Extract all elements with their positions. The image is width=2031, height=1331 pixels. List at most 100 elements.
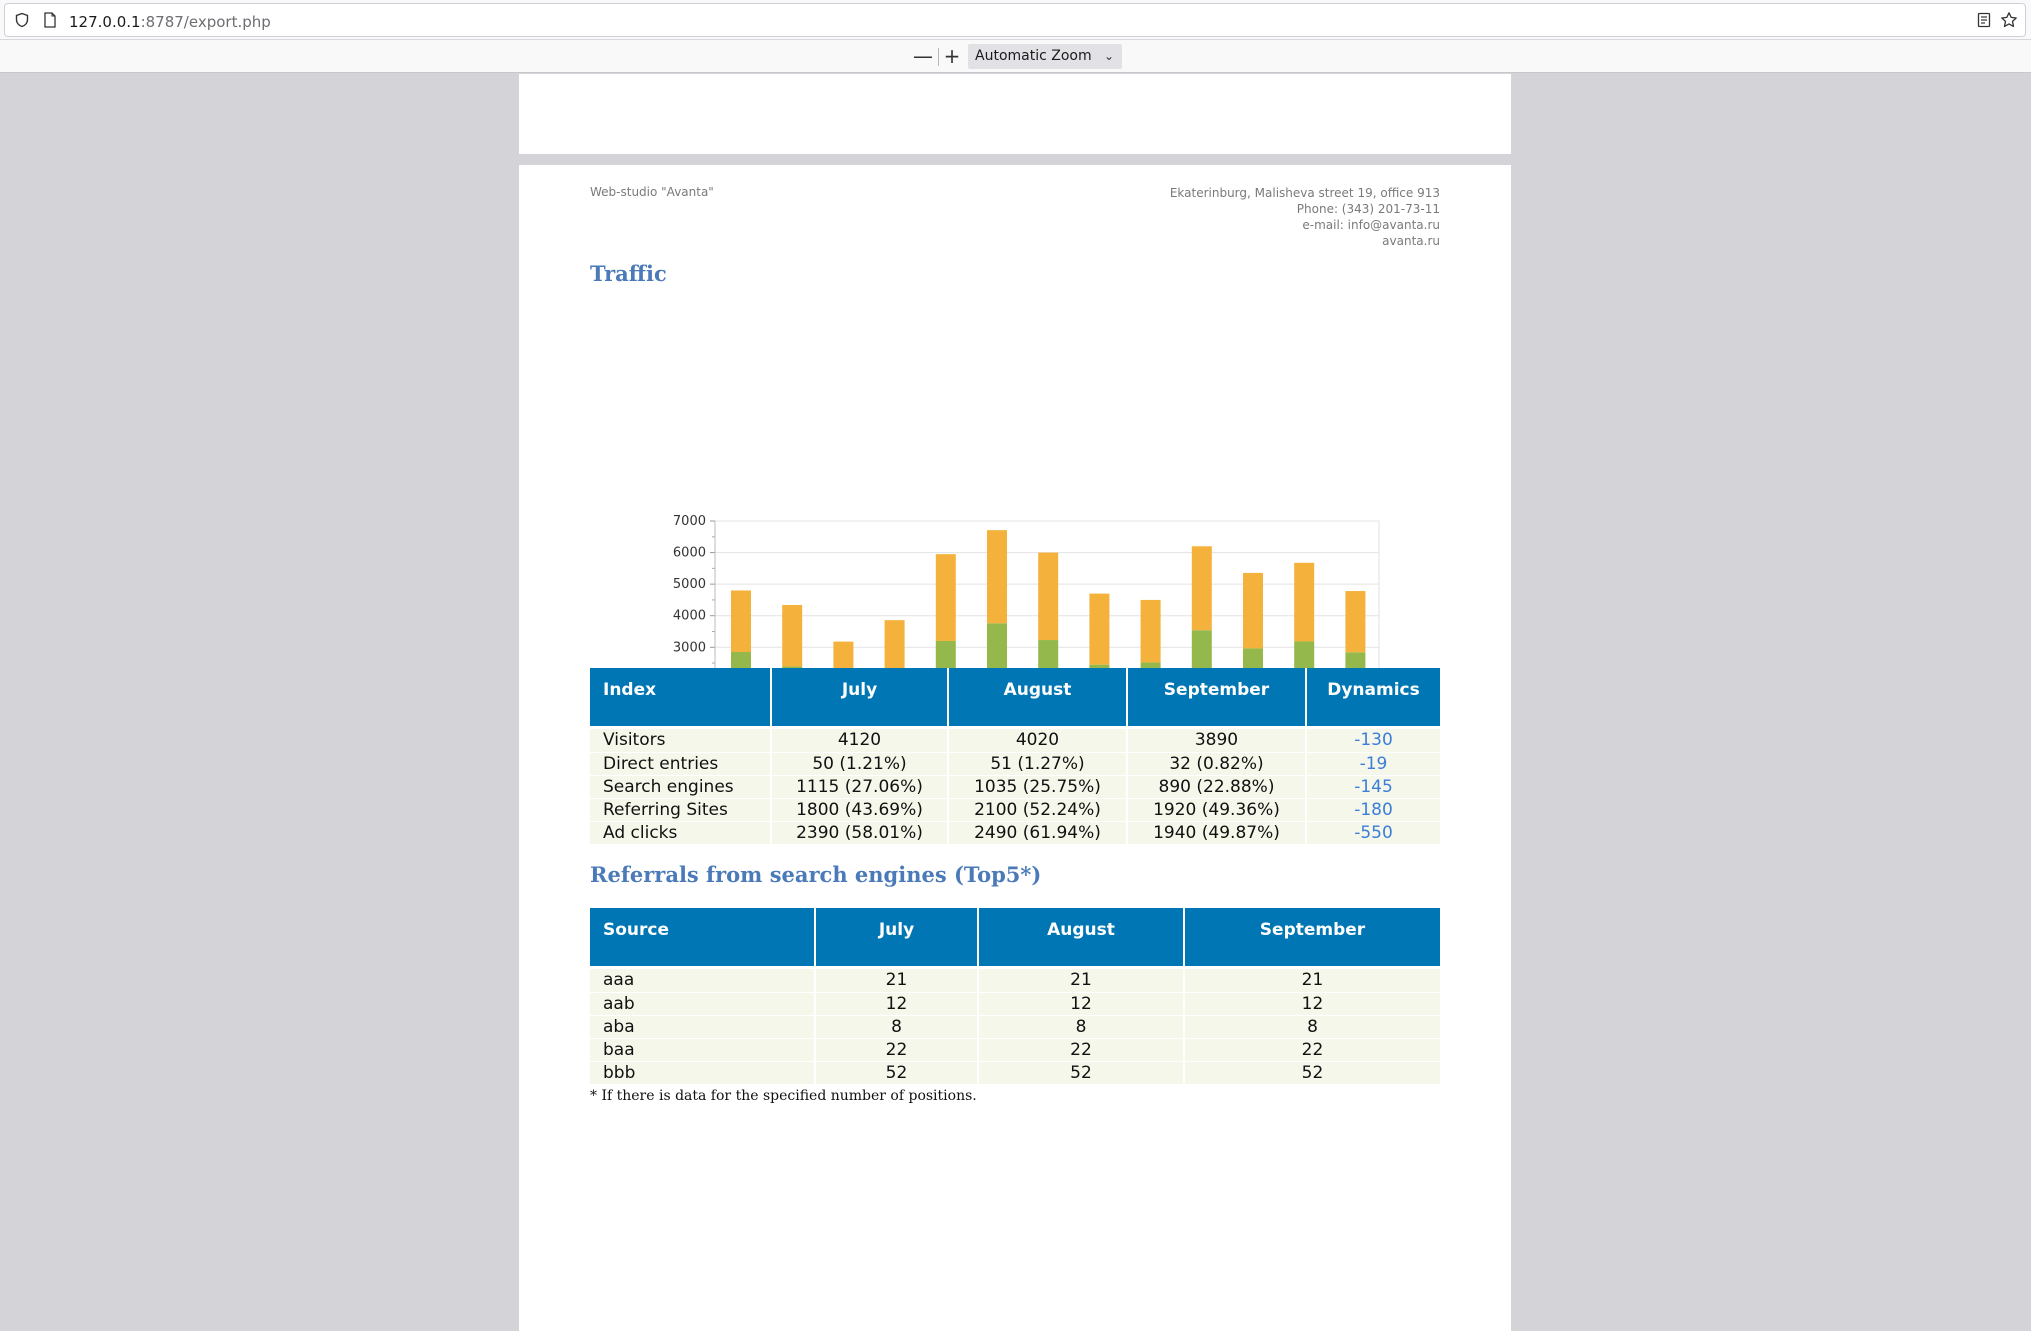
- dynamics-cell: -19: [1306, 752, 1440, 776]
- browser-toolbar: 127.0.0.1:8787/export.php: [0, 0, 2031, 40]
- th-august: August: [978, 908, 1185, 966]
- table-cell: 12: [815, 992, 979, 1016]
- bar-segment: [987, 530, 1007, 624]
- traffic-table-header: Index July August September Dynamics: [590, 668, 1440, 726]
- referrals-table: Source July August September aaa 21 21 21 aa…: [590, 908, 1440, 1085]
- url-text[interactable]: 127.0.0.1:8787/export.php: [69, 13, 271, 31]
- address-line: Ekaterinburg, Malisheva street 19, offic…: [1169, 186, 1440, 200]
- table-cell: 1920 (49.36%): [1127, 798, 1307, 822]
- th-dynamics: Dynamics: [1306, 668, 1440, 726]
- bar-segment: [1191, 546, 1212, 631]
- referrals-title: Referrals from search engines (Top5*): [590, 862, 1042, 887]
- table-cell: 22: [978, 1038, 1185, 1062]
- table-cell: 21: [978, 969, 1185, 993]
- website-line: avanta.ru: [1382, 234, 1440, 248]
- table-row: Search engines 1115 (27.06%) 1035 (25.75%)…: [590, 775, 1440, 799]
- bar-segment: [1089, 593, 1110, 665]
- pdf-page-2: Web-studio "Avanta" Ekaterinburg, Malish…: [519, 165, 1511, 1331]
- table-row: Direct entries 50 (1.21%) 51 (1.27%) 32 (0.…: [590, 752, 1440, 776]
- company-address: Ekaterinburg, Malisheva street 19, offic…: [1170, 185, 1440, 249]
- row-label: Visitors: [590, 729, 772, 753]
- row-label: aba: [590, 1015, 816, 1039]
- table-cell: 51 (1.27%): [948, 752, 1128, 776]
- traffic-title: Traffic: [590, 261, 667, 286]
- page-icon: [44, 12, 56, 28]
- y-tick-label: 6000: [673, 546, 706, 561]
- table-row: baa 22 22 22: [590, 1038, 1440, 1062]
- table-cell: 12: [1184, 992, 1440, 1016]
- bar-segment: [782, 604, 803, 667]
- th-index: Index: [590, 668, 772, 726]
- url-path: :8787/export.php: [140, 13, 271, 31]
- table-cell: 21: [815, 969, 979, 993]
- dynamics-cell: -550: [1306, 821, 1440, 845]
- dynamics-cell: -180: [1306, 798, 1440, 822]
- table-cell: 2490 (61.94%): [948, 821, 1128, 845]
- referrals-table-header: Source July August September: [590, 908, 1440, 966]
- dynamics-cell: -130: [1306, 729, 1440, 753]
- pdf-page-1: [519, 74, 1511, 154]
- table-row: bbb 52 52 52: [590, 1061, 1440, 1085]
- bookmark-star-icon[interactable]: [2000, 11, 2018, 29]
- th-source: Source: [590, 908, 816, 966]
- bar-segment: [1345, 591, 1366, 653]
- zoom-select[interactable]: Automatic Zoom ⌄: [968, 44, 1122, 69]
- table-cell: 3890: [1127, 729, 1307, 753]
- table-cell: 1115 (27.06%): [771, 775, 949, 799]
- table-cell: 52: [978, 1061, 1185, 1085]
- th-september: September: [1127, 668, 1307, 726]
- table-cell: 1035 (25.75%): [948, 775, 1128, 799]
- url-bar[interactable]: 127.0.0.1:8787/export.php: [4, 3, 2026, 37]
- th-september: September: [1184, 908, 1440, 966]
- y-tick-label: 3000: [673, 640, 706, 655]
- row-label: Search engines: [590, 775, 772, 799]
- table-row: Visitors 4120 4020 3890 -130: [590, 729, 1440, 753]
- table-cell: 2100 (52.24%): [948, 798, 1128, 822]
- row-label: aab: [590, 992, 816, 1016]
- table-cell: 52: [815, 1061, 979, 1085]
- row-label: Ad clicks: [590, 821, 772, 845]
- table-row: aba 8 8 8: [590, 1015, 1440, 1039]
- bar-segment: [884, 620, 905, 670]
- shield-icon[interactable]: [14, 12, 30, 28]
- table-cell: 8: [978, 1015, 1185, 1039]
- table-cell: 8: [815, 1015, 979, 1039]
- th-august: August: [948, 668, 1128, 726]
- bar-segment: [1294, 562, 1315, 642]
- table-cell: 52: [1184, 1061, 1440, 1085]
- table-cell: 32 (0.82%): [1127, 752, 1307, 776]
- table-cell: 1940 (49.87%): [1127, 821, 1307, 845]
- table-cell: 2390 (58.01%): [771, 821, 949, 845]
- footnote: * If there is data for the specified num…: [590, 1088, 977, 1104]
- table-cell: 12: [978, 992, 1185, 1016]
- table-cell: 8: [1184, 1015, 1440, 1039]
- row-label: bbb: [590, 1061, 816, 1085]
- table-row: Ad clicks 2390 (58.01%) 2490 (61.94%) 1940 …: [590, 821, 1440, 845]
- table-row: Referring Sites 1800 (43.69%) 2100 (52.24%…: [590, 798, 1440, 822]
- table-cell: 22: [815, 1038, 979, 1062]
- table-cell: 4020: [948, 729, 1128, 753]
- zoom-out-button[interactable]: —: [912, 46, 934, 68]
- bar-segment: [731, 590, 751, 653]
- bar-segment: [1243, 572, 1263, 649]
- row-label: baa: [590, 1038, 816, 1062]
- row-label: Referring Sites: [590, 798, 772, 822]
- zoom-select-label: Automatic Zoom: [975, 48, 1092, 64]
- th-july: July: [815, 908, 979, 966]
- row-label: Direct entries: [590, 752, 772, 776]
- table-cell: 21: [1184, 969, 1440, 993]
- bar-segment: [1038, 552, 1059, 641]
- company-name: Web-studio "Avanta": [590, 185, 714, 199]
- th-july: July: [771, 668, 949, 726]
- table-cell: 22: [1184, 1038, 1440, 1062]
- zoom-in-button[interactable]: +: [941, 45, 963, 67]
- bar-segment: [1140, 599, 1161, 663]
- bar-segment: [935, 554, 956, 641]
- table-row: aaa 21 21 21: [590, 969, 1440, 993]
- url-host: 127.0.0.1: [69, 13, 141, 31]
- y-tick-label: 4000: [673, 609, 706, 624]
- phone-line: Phone: (343) 201-73-11: [1296, 202, 1440, 216]
- reader-view-icon[interactable]: [1976, 12, 1992, 28]
- pdf-toolbar: — + Automatic Zoom ⌄: [0, 40, 2031, 73]
- y-tick-label: 7000: [673, 514, 706, 529]
